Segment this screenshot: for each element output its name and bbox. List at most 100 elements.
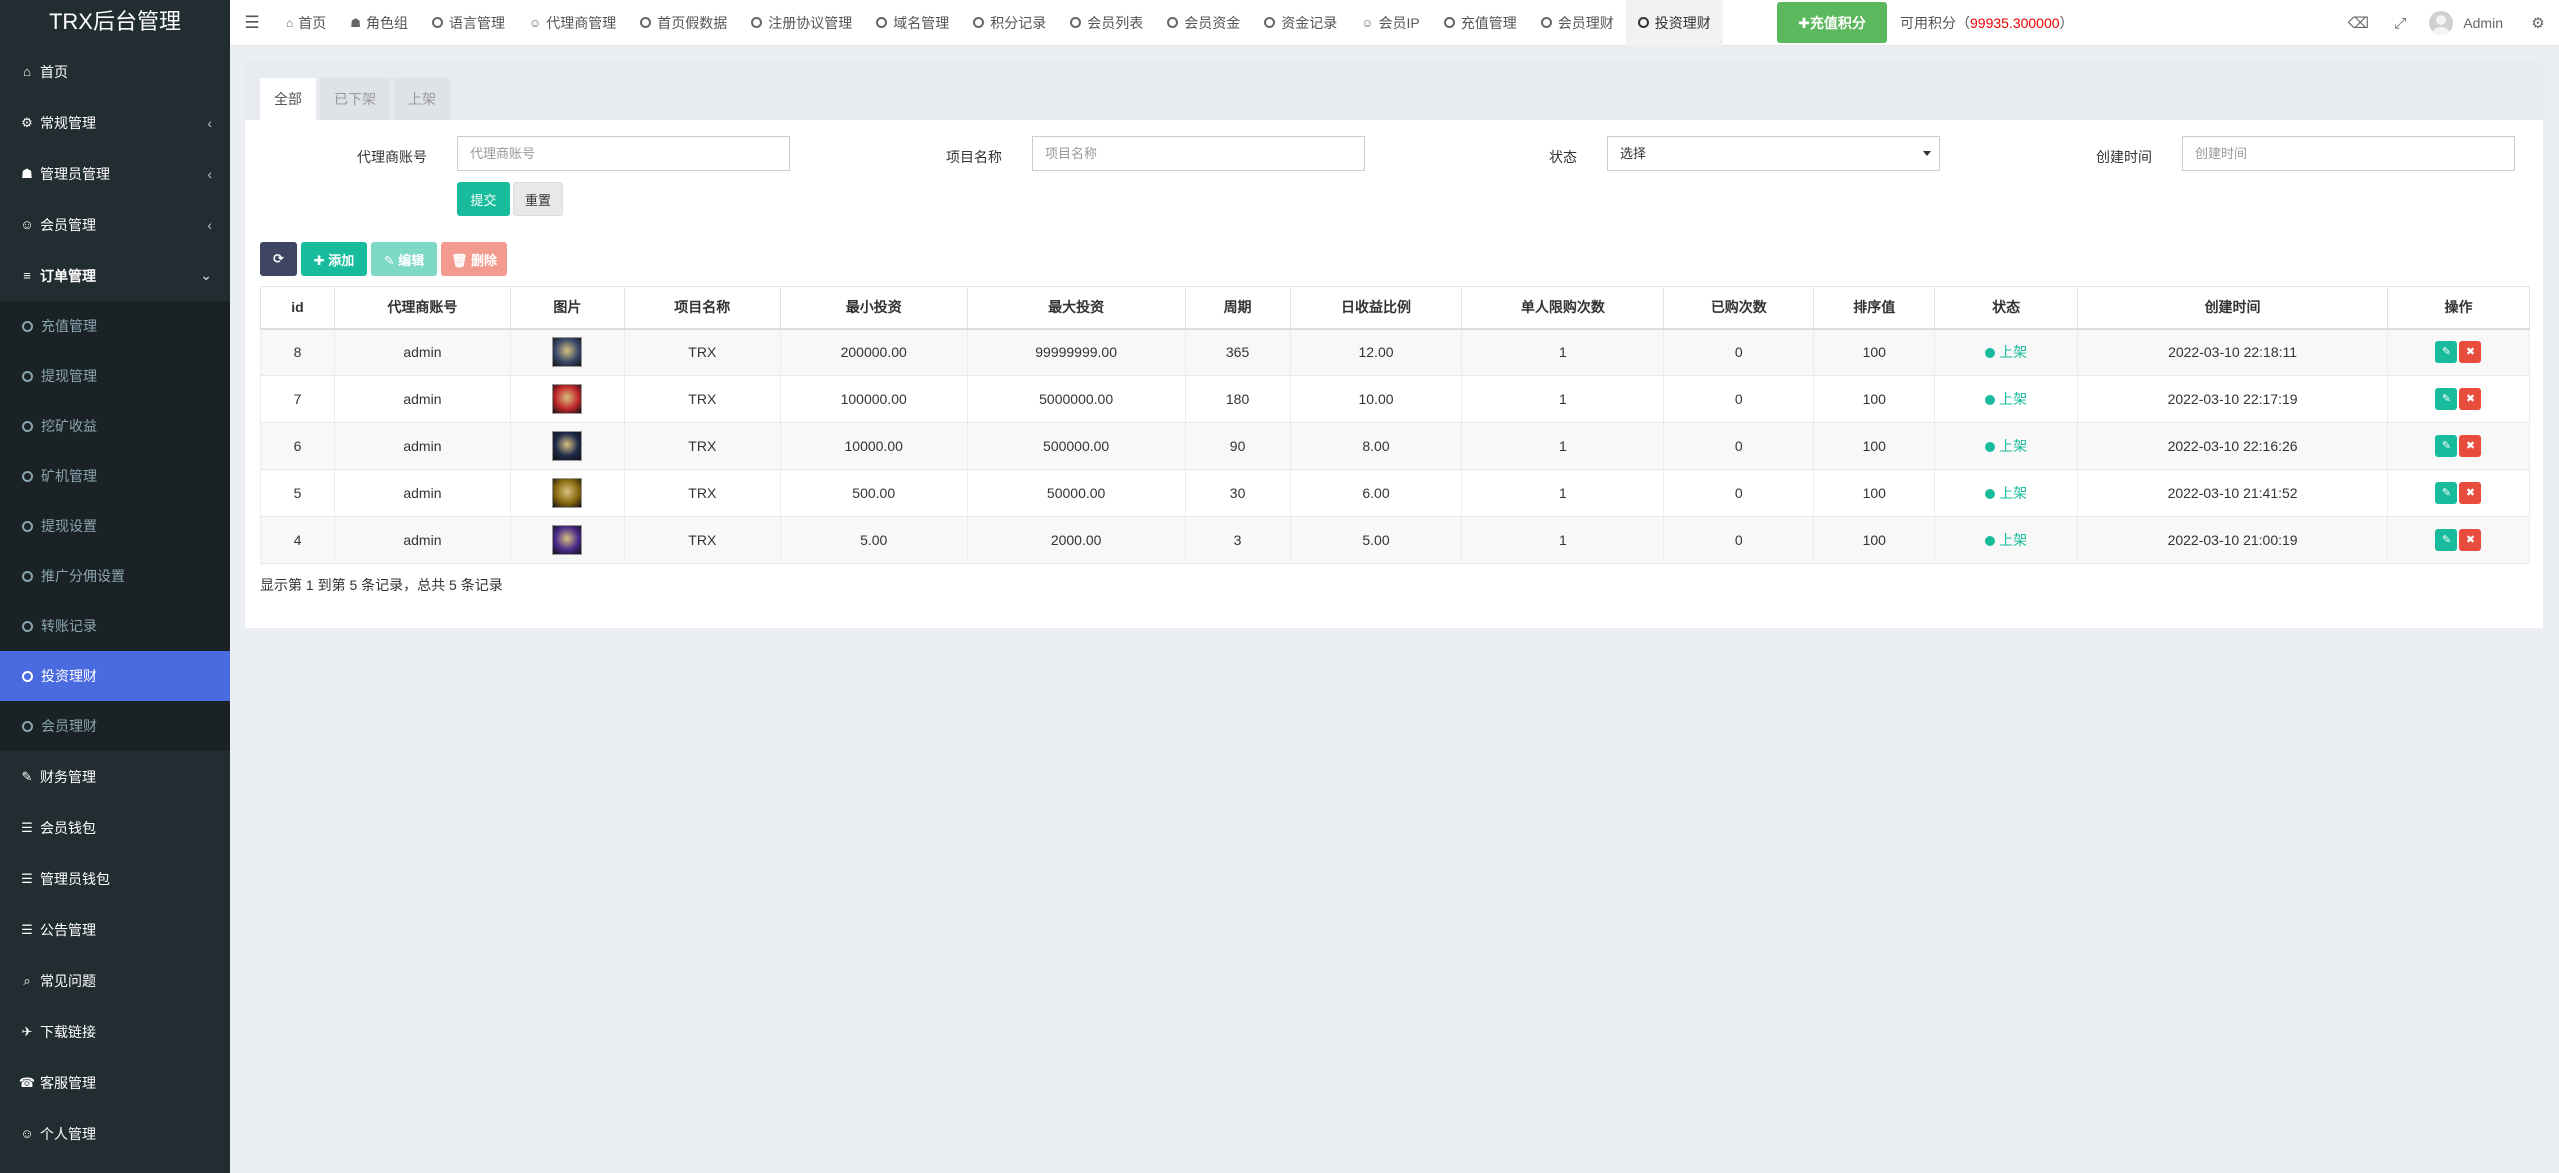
top-tab[interactable]: 首页假数据	[628, 0, 739, 46]
top-tab[interactable]: 积分记录	[961, 0, 1058, 46]
settings-gear-icon[interactable]: ⚙	[2517, 14, 2559, 32]
edit-pencil-icon[interactable]: ✎	[2435, 341, 2458, 364]
submit-button[interactable]: 提交	[457, 182, 510, 216]
status-label: 上架	[1999, 532, 2028, 548]
column-header[interactable]: 创建时间	[2077, 286, 2388, 330]
top-tab[interactable]: 注册协议管理	[739, 0, 864, 46]
cell-bought: 0	[1663, 375, 1815, 423]
top-tab[interactable]: 域名管理	[864, 0, 961, 46]
agent-input[interactable]: 代理商账号	[457, 136, 790, 171]
filter-tab[interactable]: 全部	[260, 78, 316, 120]
recharge-points-button[interactable]: ✚充值积分	[1777, 2, 1887, 43]
submenu-item[interactable]: 投资理财	[0, 651, 230, 701]
column-header[interactable]: 单人限购次数	[1461, 286, 1665, 330]
status-badge[interactable]: 上架	[1985, 344, 2027, 360]
column-header[interactable]: 操作	[2386, 286, 2531, 330]
sidebar-item[interactable]: ☰ 公告管理	[0, 904, 230, 955]
submenu-item[interactable]: 推广分佣设置	[0, 551, 230, 601]
column-header[interactable]: 周期	[1184, 286, 1291, 330]
circle-icon	[22, 420, 33, 432]
submenu-item[interactable]: 充值管理	[0, 301, 230, 351]
add-button[interactable]: ✚ 添加	[301, 242, 367, 276]
top-tab[interactable]: 投资理财	[1625, 0, 1723, 46]
top-tab[interactable]: ☺ 会员IP	[1349, 0, 1432, 46]
delete-trash-icon[interactable]: ✖	[2459, 482, 2482, 504]
app-logo[interactable]: TRX后台管理	[0, 0, 230, 46]
sidebar-item[interactable]: ☗ 管理员管理 ‹	[0, 148, 230, 199]
submenu-item[interactable]: 转账记录	[0, 601, 230, 651]
sidebar-item[interactable]: ☺ 会员管理 ‹	[0, 199, 230, 250]
edit-pencil-icon[interactable]: ✎	[2435, 482, 2458, 504]
status-dot-icon	[1985, 395, 1996, 405]
top-tab[interactable]: ☺ 代理商管理	[517, 0, 628, 46]
thumbnail-image[interactable]	[552, 337, 583, 368]
circle-icon	[22, 370, 33, 382]
sidebar-item[interactable]: ⚙ 常规管理 ‹	[0, 97, 230, 148]
column-header[interactable]: 状态	[1934, 286, 2079, 330]
sidebar-item[interactable]: ☺ 个人管理	[0, 1108, 230, 1159]
filter-tab[interactable]: 已下架	[320, 78, 390, 120]
top-tab[interactable]: 资金记录	[1252, 0, 1349, 46]
column-header[interactable]: 排序值	[1813, 286, 1936, 330]
delete-trash-icon[interactable]: ✖	[2459, 529, 2482, 551]
column-header[interactable]: 最小投资	[779, 286, 968, 330]
fullscreen-icon[interactable]: ⤢	[2379, 15, 2421, 32]
top-tab[interactable]: 语言管理	[420, 0, 517, 46]
status-select[interactable]: 选择	[1607, 136, 1940, 171]
sidebar-item[interactable]: ☰ 会员钱包	[0, 802, 230, 853]
refresh-button[interactable]: ⟳	[260, 242, 297, 276]
project-input[interactable]: 项目名称	[1032, 136, 1365, 171]
column-header[interactable]: 代理商账号	[333, 286, 511, 330]
filter-tab[interactable]: 上架	[394, 78, 450, 120]
delete-trash-icon[interactable]: ✖	[2459, 388, 2482, 410]
status-badge[interactable]: 上架	[1985, 485, 2027, 501]
column-header[interactable]: 图片	[509, 286, 625, 330]
delete-button[interactable]: 🗑 删除	[441, 242, 507, 276]
top-tab[interactable]: 会员列表	[1058, 0, 1155, 46]
delete-trash-icon[interactable]: ✖	[2459, 435, 2482, 457]
status-tabs: 全部 已下架 上架	[245, 62, 2543, 120]
top-tab[interactable]: 会员资金	[1155, 0, 1252, 46]
edit-pencil-icon[interactable]: ✎	[2435, 529, 2458, 551]
edit-pencil-icon[interactable]: ✎	[2435, 435, 2458, 457]
edit-button[interactable]: ✎ 编辑	[371, 242, 437, 276]
thumbnail-image[interactable]	[552, 525, 583, 555]
top-tab[interactable]: ⌂ 首页	[274, 0, 338, 46]
sidebar-item[interactable]: ✎ 财务管理	[0, 751, 230, 802]
sidebar-item[interactable]: ☎ 客服管理	[0, 1057, 230, 1108]
delete-trash-icon[interactable]: ✖	[2459, 341, 2482, 364]
menu-toggle-icon[interactable]: ☰	[230, 13, 274, 33]
sidebar-item[interactable]: ⌂ 首页	[0, 46, 230, 97]
circle-icon	[22, 720, 33, 732]
top-tab[interactable]: ☗ 角色组	[338, 0, 420, 46]
thumbnail-image[interactable]	[552, 384, 583, 414]
submenu-item[interactable]: 会员理财	[0, 701, 230, 751]
sidebar-item[interactable]: ⌕ 常见问题	[0, 955, 230, 1006]
status-badge[interactable]: 上架	[1985, 438, 2027, 454]
user-menu[interactable]: Admin	[2421, 11, 2517, 35]
sidebar-item[interactable]: ☰ 管理员钱包	[0, 853, 230, 904]
thumbnail-image[interactable]	[552, 431, 583, 461]
column-header[interactable]: 项目名称	[623, 286, 781, 330]
circle-icon	[22, 620, 33, 632]
top-tab[interactable]: 会员理财	[1529, 0, 1626, 46]
circle-icon	[1443, 17, 1455, 28]
submenu-item[interactable]: 挖矿收益	[0, 401, 230, 451]
submenu-item[interactable]: 提现设置	[0, 501, 230, 551]
edit-pencil-icon[interactable]: ✎	[2435, 388, 2458, 410]
sidebar-item[interactable]: ≡ 订单管理 ⌄	[0, 250, 230, 301]
column-header[interactable]: 日收益比例	[1289, 286, 1463, 330]
top-tab[interactable]: 充值管理	[1432, 0, 1529, 46]
status-badge[interactable]: 上架	[1985, 532, 2027, 548]
clear-cache-icon[interactable]: ⌫	[2337, 14, 2379, 32]
column-header[interactable]: 最大投资	[966, 286, 1186, 330]
status-badge[interactable]: 上架	[1985, 391, 2027, 407]
column-header[interactable]: id	[260, 286, 335, 330]
submenu-item[interactable]: 提现管理	[0, 351, 230, 401]
column-header[interactable]: 已购次数	[1663, 286, 1815, 330]
sidebar-item[interactable]: ✈ 下载链接	[0, 1006, 230, 1057]
thumbnail-image[interactable]	[552, 478, 583, 508]
submenu-item[interactable]: 矿机管理	[0, 451, 230, 501]
reset-button[interactable]: 重置	[513, 182, 563, 216]
created-input[interactable]: 创建时间	[2182, 136, 2515, 171]
